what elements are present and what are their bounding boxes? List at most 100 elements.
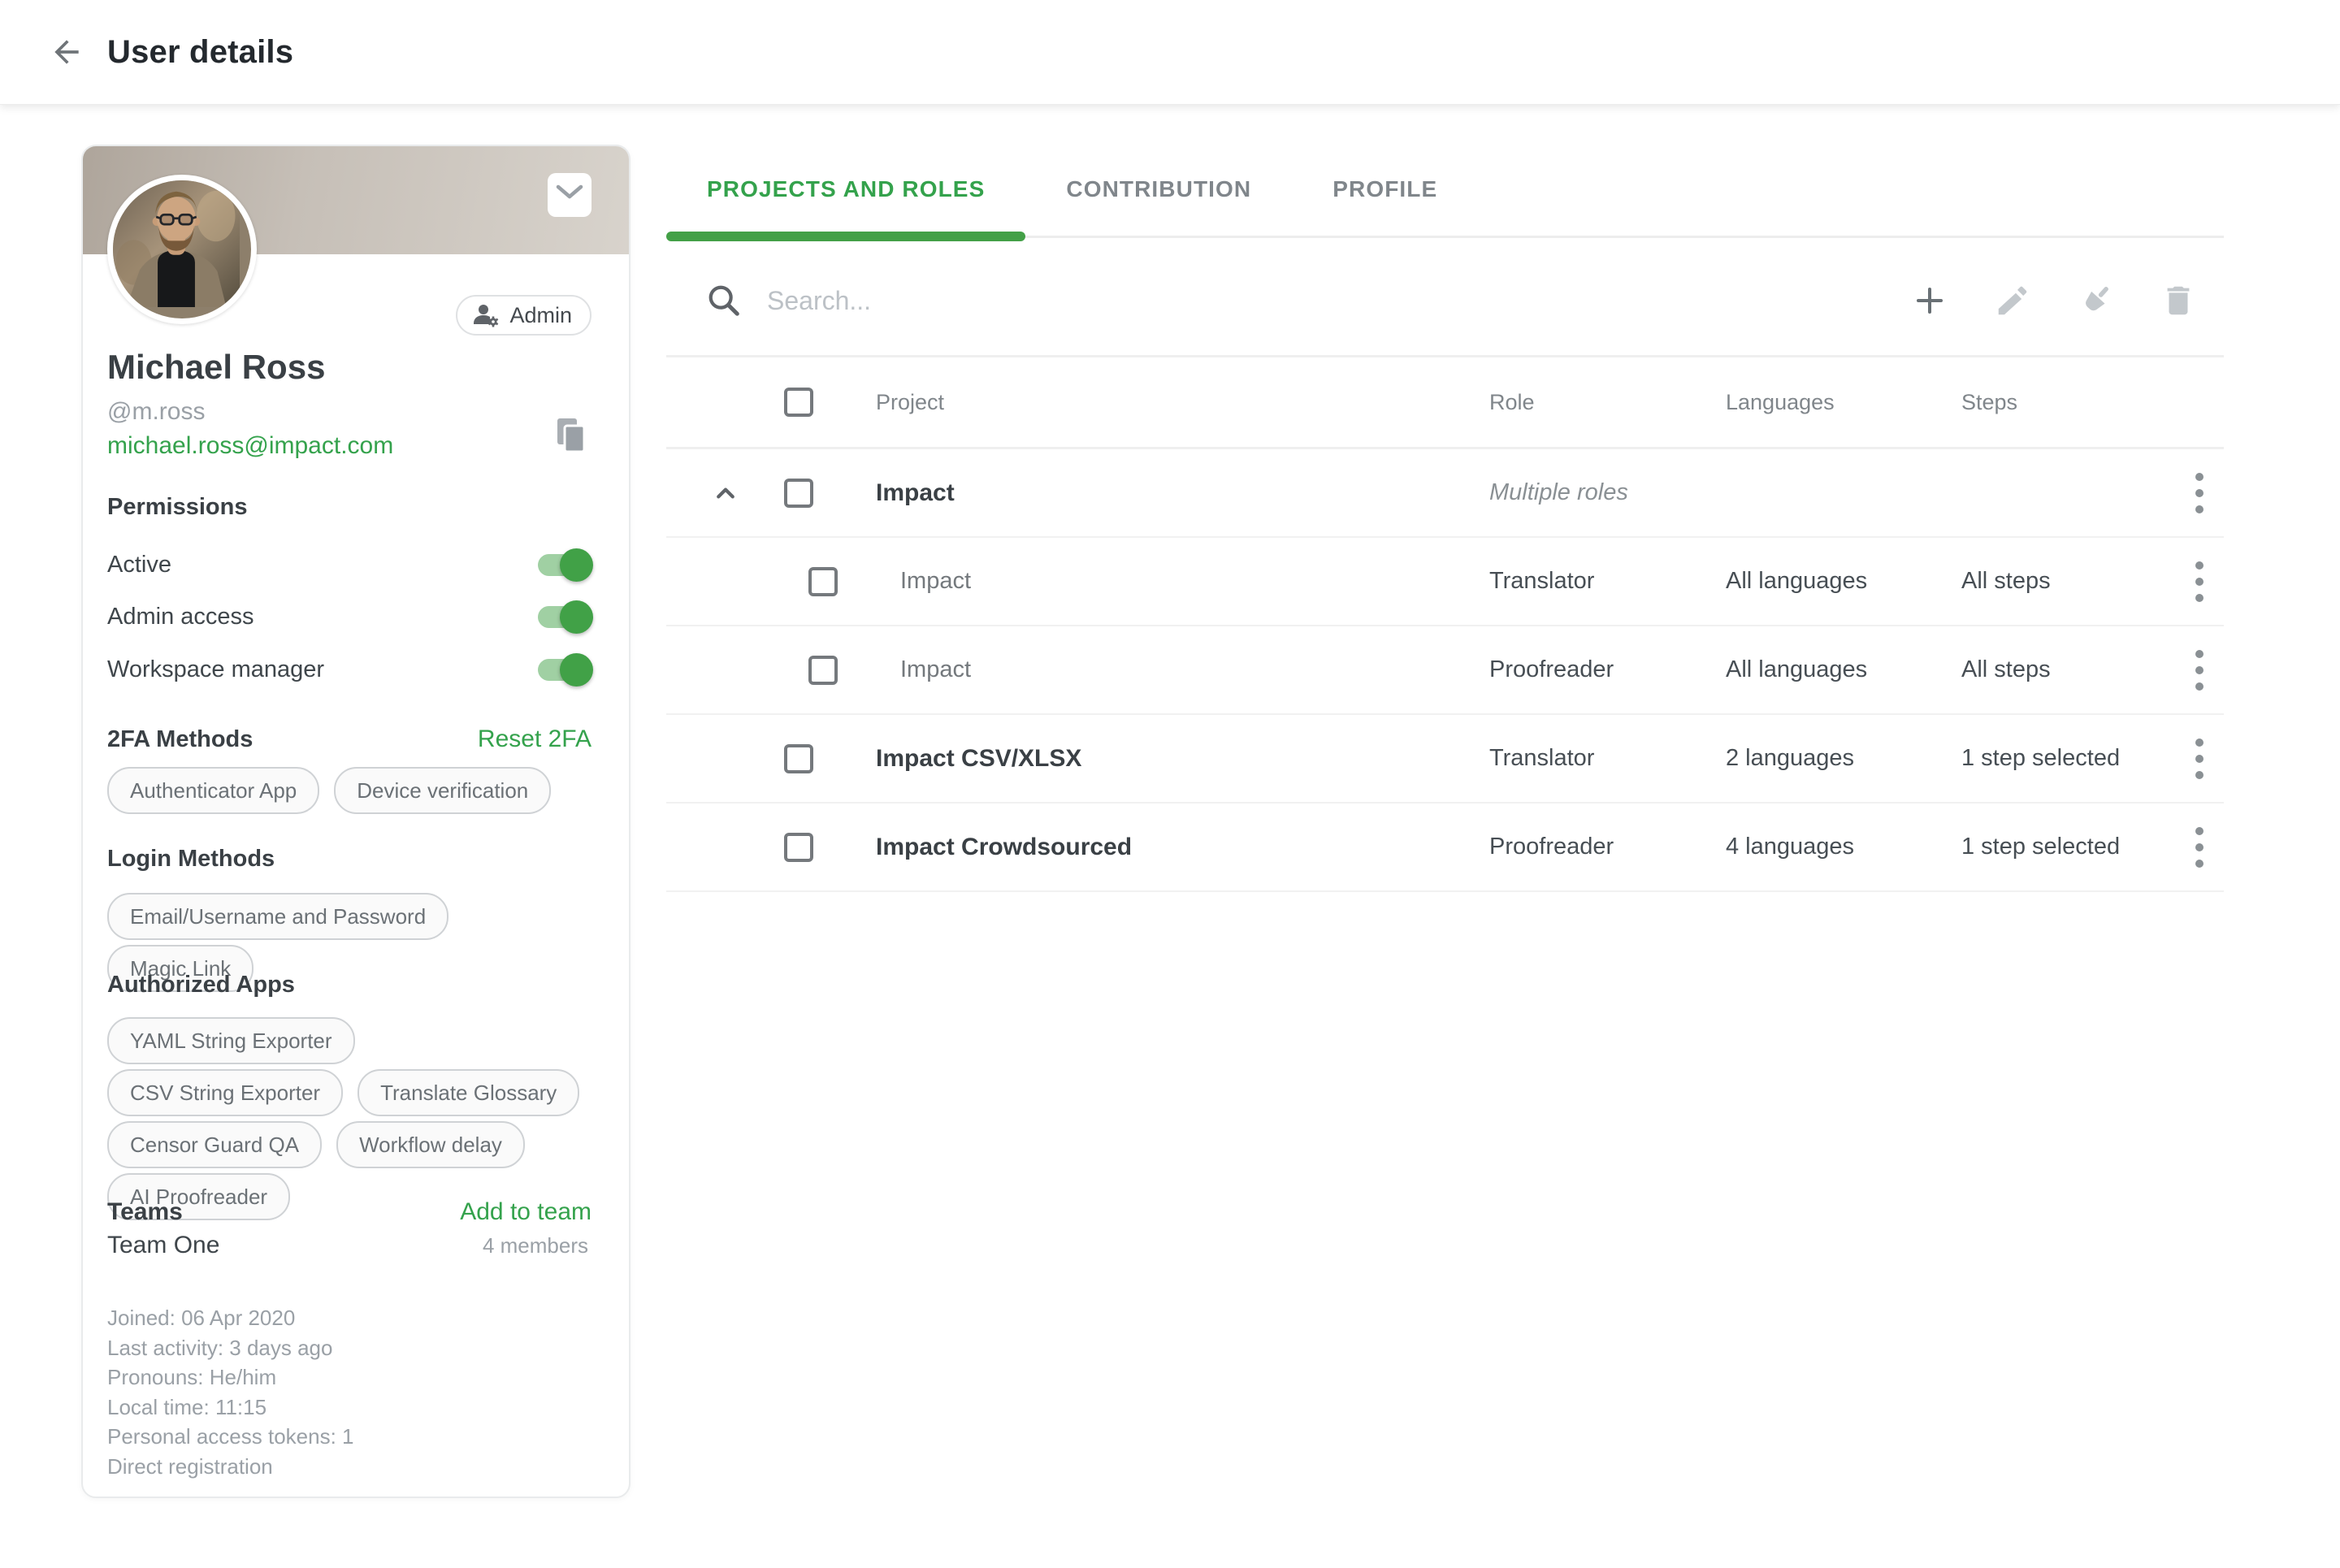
admin-user-icon: [472, 302, 500, 328]
row-checkbox[interactable]: [808, 656, 838, 685]
team-row: Team One 4 members: [107, 1228, 588, 1263]
table-row: Impact Multiple roles: [666, 449, 2224, 538]
reset-2fa-link[interactable]: Reset 2FA: [478, 726, 592, 753]
toggle-row-active: Active: [107, 545, 592, 584]
workspace-manager-toggle[interactable]: [538, 659, 592, 681]
project-name: Impact: [876, 479, 955, 507]
page-title: User details: [107, 34, 293, 71]
row-menu-button[interactable]: [2182, 556, 2217, 608]
chevron-up-icon: [708, 476, 743, 510]
login-method-chip: Email/Username and Password: [107, 893, 448, 940]
active-toggle[interactable]: [538, 554, 592, 576]
send-email-button[interactable]: [548, 173, 592, 217]
row-checkbox[interactable]: [784, 833, 813, 862]
add-icon: [1910, 281, 1949, 320]
teams-header: Teams Add to team: [107, 1193, 592, 1232]
team-name: Team One: [107, 1232, 219, 1259]
project-name: Impact: [900, 568, 971, 595]
role-badge-label: Admin: [509, 303, 572, 328]
clean-brush-icon: [2076, 281, 2115, 320]
meta-access-tokens: Personal access tokens: 1: [107, 1422, 354, 1452]
role-value: Translator: [1489, 568, 1594, 595]
steps-value: All steps: [1961, 568, 2051, 595]
meta-last-activity: Last activity: 3 days ago: [107, 1333, 354, 1363]
twofa-title: 2FA Methods: [107, 726, 253, 753]
row-menu-button[interactable]: [2182, 821, 2217, 873]
project-name: Impact CSV/XLSX: [876, 745, 1081, 773]
user-handle: @m.ross: [107, 398, 205, 426]
toggle-label: Active: [107, 552, 171, 578]
kebab-menu-icon: [2195, 560, 2204, 604]
copy-icon: [551, 416, 588, 457]
row-menu-button[interactable]: [2182, 467, 2217, 519]
search-input[interactable]: [765, 285, 1910, 317]
column-header-project: Project: [841, 357, 1489, 447]
tab-contribution[interactable]: CONTRIBUTION: [1025, 143, 1292, 236]
search-icon: [705, 282, 743, 319]
trash-icon: [2160, 282, 2197, 319]
column-header-steps: Steps: [1961, 357, 2175, 447]
admin-access-toggle[interactable]: [538, 606, 592, 628]
table-row: Impact Crowdsourced Proofreader 4 langua…: [666, 803, 2224, 892]
search-toolbar: [666, 238, 2224, 357]
steps-value: All steps: [1961, 656, 2051, 683]
kebab-menu-icon: [2195, 648, 2204, 692]
steps-value: 1 step selected: [1961, 834, 2120, 860]
column-header-languages: Languages: [1726, 357, 1961, 447]
row-menu-button[interactable]: [2182, 733, 2217, 785]
user-email-link[interactable]: michael.ross@impact.com: [107, 432, 393, 460]
toggle-label: Admin access: [107, 604, 254, 630]
collapse-row-button[interactable]: [708, 476, 743, 510]
authorized-app-chip: Workflow delay: [336, 1121, 525, 1168]
tab-bar: PROJECTS AND ROLES CONTRIBUTION PROFILE: [666, 143, 2224, 238]
edit-button[interactable]: [1993, 281, 2032, 320]
copy-email-button[interactable]: [551, 416, 588, 457]
languages-value: All languages: [1726, 568, 1867, 595]
toggle-row-admin-access: Admin access: [107, 597, 592, 636]
expand-column-header: [666, 357, 784, 447]
tab-profile[interactable]: PROFILE: [1292, 143, 1478, 236]
add-button[interactable]: [1910, 281, 1949, 320]
twofa-chip: Device verification: [334, 767, 551, 814]
role-badge: Admin: [456, 295, 592, 336]
tab-projects-and-roles[interactable]: PROJECTS AND ROLES: [666, 143, 1025, 236]
authorized-app-chip: CSV String Exporter: [107, 1069, 343, 1116]
app-header: User details: [0, 0, 2340, 105]
authorized-app-chip: Censor Guard QA: [107, 1121, 322, 1168]
twofa-chips: Authenticator App Device verification: [107, 767, 600, 814]
role-value: Proofreader: [1489, 656, 1614, 683]
select-all-checkbox[interactable]: [784, 388, 813, 417]
row-menu-button[interactable]: [2182, 644, 2217, 696]
table-row: Impact Translator All languages All step…: [666, 538, 2224, 626]
add-to-team-link[interactable]: Add to team: [460, 1198, 592, 1226]
row-checkbox[interactable]: [784, 479, 813, 508]
meta-pronouns: Pronouns: He/him: [107, 1362, 354, 1393]
project-name: Impact Crowdsourced: [876, 834, 1132, 861]
login-methods-title: Login Methods: [107, 846, 275, 873]
user-profile-card: Admin Michael Ross @m.ross michael.ross@…: [81, 145, 630, 1498]
back-button[interactable]: [47, 32, 86, 71]
role-value: Translator: [1489, 745, 1594, 772]
table-row: Impact Proofreader All languages All ste…: [666, 626, 2224, 715]
languages-value: 2 languages: [1726, 745, 1854, 772]
row-checkbox[interactable]: [784, 744, 813, 773]
permissions-title: Permissions: [107, 494, 247, 521]
menu-column-header: [2175, 357, 2224, 447]
authorized-app-chip: YAML String Exporter: [107, 1017, 355, 1064]
kebab-menu-icon: [2195, 737, 2204, 781]
role-value: Proofreader: [1489, 834, 1614, 860]
meta-joined: Joined: 06 Apr 2020: [107, 1303, 354, 1333]
toggle-label: Workspace manager: [107, 656, 324, 683]
toggle-knob: [560, 653, 593, 687]
authorized-app-chip: Translate Glossary: [358, 1069, 579, 1116]
kebab-menu-icon: [2195, 825, 2204, 869]
edit-icon: [1994, 282, 2031, 319]
clean-button[interactable]: [2076, 281, 2115, 320]
avatar: [107, 175, 257, 324]
meta-local-time: Local time: 11:15: [107, 1393, 354, 1423]
teams-title: Teams: [107, 1198, 183, 1226]
delete-button[interactable]: [2159, 281, 2198, 320]
twofa-chip: Authenticator App: [107, 767, 319, 814]
kebab-menu-icon: [2195, 471, 2204, 515]
row-checkbox[interactable]: [808, 567, 838, 596]
